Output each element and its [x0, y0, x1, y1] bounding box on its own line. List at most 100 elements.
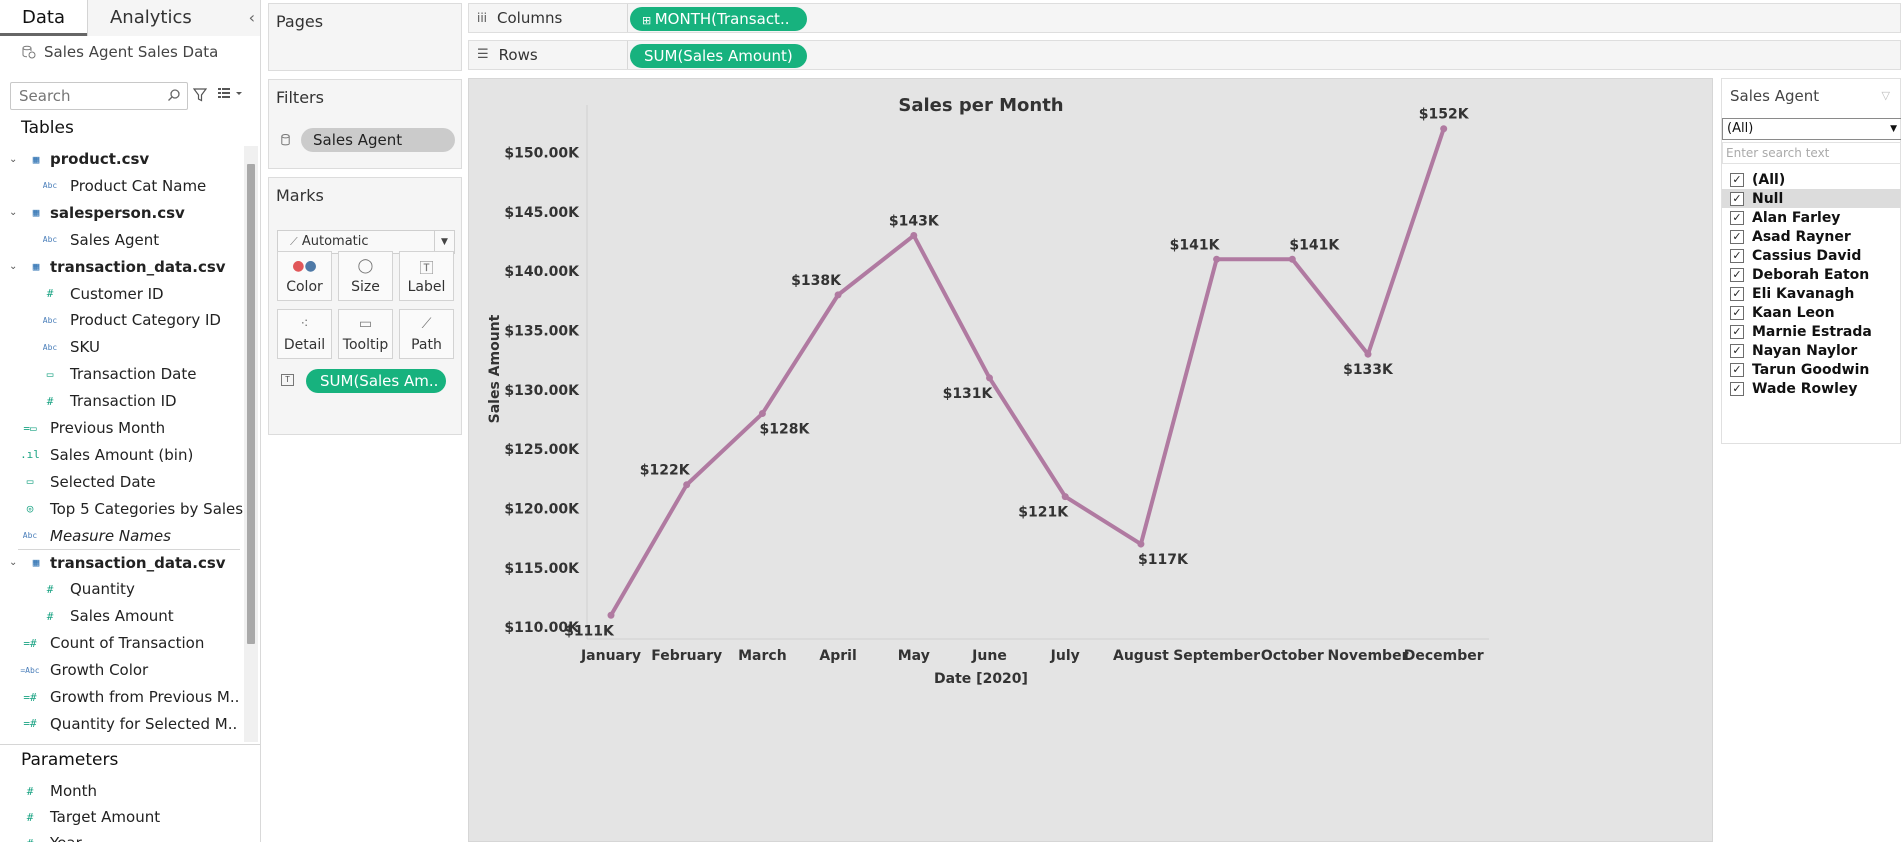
quick-filter-item[interactable]: ✓ Nayan Naylor [1722, 341, 1901, 360]
field-item[interactable]: =#Sales for Previous Month [0, 738, 244, 743]
datasource-name[interactable]: Sales Agent Sales Data [22, 43, 218, 61]
data-search-box[interactable] [10, 82, 188, 110]
size-button[interactable]: ◯ Size [338, 251, 393, 301]
quick-filter-search-input[interactable]: Enter search text [1722, 142, 1901, 164]
path-button[interactable]: ⟋ Path [399, 309, 454, 359]
field-item[interactable]: =▭ Previous Month [0, 415, 244, 441]
data-point[interactable] [607, 611, 615, 619]
quick-filter-item[interactable]: ✓ Wade Rowley [1722, 379, 1901, 398]
quick-filter-dropdown[interactable]: (All) ▼ [1722, 118, 1901, 140]
quick-filter-item[interactable]: ✓ Marnie Estrada [1722, 322, 1901, 341]
field-item[interactable]: Abc Sales Agent [0, 227, 244, 253]
data-point[interactable] [1213, 255, 1221, 263]
pages-card: Pages [268, 3, 462, 71]
chart-view[interactable]: Sales per Month $110.00K $115.00K $120.00K $… [468, 78, 1713, 842]
checkbox[interactable]: ✓ [1730, 191, 1744, 206]
parameter-item[interactable]: # Target Amount [0, 804, 244, 830]
parameter-item[interactable]: # Year [0, 830, 244, 842]
field-item[interactable]: # Quantity [0, 576, 244, 602]
table-node[interactable]: ⌄ ▦ salesperson.csv [0, 200, 244, 226]
rows-shelf[interactable]: ☰ Rows SUM(Sales Amount) [468, 40, 1901, 70]
detail-button[interactable]: ⁖ Detail [277, 309, 332, 359]
columns-shelf[interactable]: iii Columns ⊞ MONTH(Transact.. [468, 3, 1901, 33]
checkbox[interactable]: ✓ [1730, 305, 1744, 320]
field-item[interactable]: Abc Product Cat Name [0, 173, 244, 199]
scrollbar-thumb[interactable] [247, 164, 255, 644]
quick-filter-item[interactable]: ✓ Asad Rayner [1722, 227, 1901, 246]
field-label: Quantity [70, 580, 135, 599]
field-tree-scrollbar[interactable] [244, 146, 258, 742]
line-chart[interactable]: Sales per Month$110.00K$115.00K$120.00K$… [469, 79, 1714, 842]
x-tick-label: August [1113, 648, 1169, 664]
checkbox[interactable]: ✓ [1730, 286, 1744, 301]
filter-fields-icon[interactable] [193, 88, 207, 102]
field-label: Count of Transaction [50, 634, 205, 653]
field-item[interactable]: ▭ Selected Date [0, 469, 244, 495]
data-point[interactable] [1061, 493, 1069, 501]
field-item[interactable]: # Transaction ID [0, 388, 244, 414]
field-item[interactable]: Abc Measure Names [0, 523, 244, 549]
checkbox[interactable]: ✓ [1730, 324, 1744, 339]
columns-pill[interactable]: ⊞ MONTH(Transact.. [630, 7, 807, 31]
color-button[interactable]: ●● Color [277, 251, 332, 301]
line-mark-icon: ⟋ [290, 235, 298, 248]
data-point[interactable] [1440, 125, 1448, 133]
data-point[interactable] [1364, 350, 1372, 358]
data-point[interactable] [683, 481, 691, 489]
marks-pill-sales-amount[interactable]: SUM(Sales Am.. [306, 369, 446, 393]
parameter-item[interactable]: # Month [0, 778, 244, 804]
table-node[interactable]: ⌄ ▦ transaction_data.csv [0, 254, 244, 280]
field-item[interactable]: Abc Product Category ID [0, 307, 244, 333]
chevron-down-icon[interactable]: ⌄ [9, 154, 19, 165]
field-item[interactable]: =# Count of Transaction [0, 630, 244, 656]
tab-analytics[interactable]: Analytics [86, 0, 260, 36]
data-search-input[interactable] [11, 83, 161, 109]
field-item[interactable]: .ıl Sales Amount (bin) [0, 442, 244, 468]
quick-filter-item[interactable]: ✓ (All) [1722, 170, 1901, 189]
data-point[interactable] [1137, 540, 1145, 548]
field-item[interactable]: Abc SKU [0, 334, 244, 360]
checkbox[interactable]: ✓ [1730, 381, 1744, 396]
data-point[interactable] [910, 232, 918, 240]
data-point[interactable] [986, 374, 993, 382]
rows-pill[interactable]: SUM(Sales Amount) [630, 44, 807, 68]
field-item[interactable]: # Customer ID [0, 281, 244, 307]
quick-filter-item[interactable]: ✓ Tarun Goodwin [1722, 360, 1901, 379]
checkbox[interactable]: ✓ [1730, 343, 1744, 358]
table-node[interactable]: ⌄ ▦ transaction_data.csv [0, 550, 244, 576]
data-point[interactable] [834, 291, 842, 299]
chevron-down-icon[interactable]: ⌄ [9, 557, 19, 568]
collapse-pane-icon[interactable]: ‹ [249, 8, 255, 27]
chevron-down-icon[interactable]: ⌄ [9, 207, 19, 218]
checkbox[interactable]: ✓ [1730, 267, 1744, 282]
table-node[interactable]: ⌄ ▦ product.csv [0, 146, 244, 172]
tooltip-button[interactable]: ▭ Tooltip [338, 309, 393, 359]
view-options-icon[interactable] [217, 86, 245, 100]
funnel-icon[interactable]: ▽ [1882, 89, 1890, 102]
field-item[interactable]: # Sales Amount [0, 603, 244, 629]
checkbox[interactable]: ✓ [1730, 248, 1744, 263]
data-point[interactable] [1288, 255, 1296, 263]
checkbox[interactable]: ✓ [1730, 210, 1744, 225]
quick-filter-item[interactable]: ✓ Kaan Leon [1722, 303, 1901, 322]
filter-pill-sales-agent[interactable]: Sales Agent [301, 128, 455, 152]
field-item[interactable]: ▭ Transaction Date [0, 361, 244, 387]
checkbox[interactable]: ✓ [1730, 172, 1744, 187]
data-point[interactable] [758, 410, 766, 418]
field-item[interactable]: ◎ Top 5 Categories by Sales [0, 496, 244, 522]
field-item[interactable]: =# Quantity for Selected M.. [0, 711, 244, 737]
tab-data[interactable]: Data [0, 0, 87, 36]
checkbox[interactable]: ✓ [1730, 229, 1744, 244]
quick-filter-item[interactable]: ✓ Cassius David [1722, 246, 1901, 265]
field-item[interactable]: =Abc Growth Color [0, 657, 244, 683]
quick-filter-item-label: Nayan Naylor [1752, 342, 1858, 359]
quick-filter-item[interactable]: ✓ Eli Kavanagh [1722, 284, 1901, 303]
quick-filter-item[interactable]: ✓ Alan Farley [1722, 208, 1901, 227]
quick-filter-item[interactable]: ✓ Deborah Eaton [1722, 265, 1901, 284]
quick-filter-item[interactable]: ✓ Null [1722, 189, 1901, 208]
label-button[interactable]: 🅃 Label [399, 251, 454, 301]
field-item[interactable]: =# Growth from Previous M.. [0, 684, 244, 710]
chevron-down-icon[interactable]: ⌄ [9, 261, 19, 272]
series-line[interactable] [609, 128, 1446, 617]
checkbox[interactable]: ✓ [1730, 362, 1744, 377]
